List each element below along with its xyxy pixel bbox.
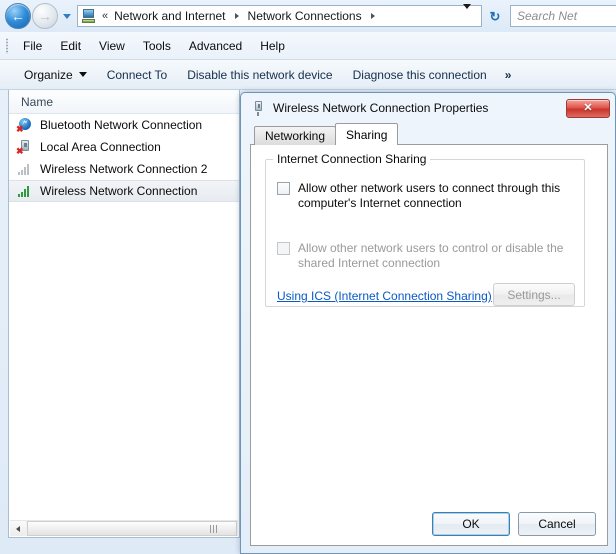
tab-sharing[interactable]: Sharing	[335, 123, 399, 145]
menu-advanced[interactable]: Advanced	[180, 37, 251, 55]
allow-connect-checkbox[interactable]	[277, 182, 290, 195]
close-icon: ✕	[583, 101, 593, 114]
diagnose-connection-button[interactable]: Diagnose this connection	[343, 65, 497, 85]
chevron-down-icon	[78, 72, 87, 77]
command-toolbar: Organize Connect To Disable this network…	[0, 60, 616, 90]
list-item-label: Wireless Network Connection 2	[40, 162, 208, 176]
breadcrumb-item-network-and-internet[interactable]: Network and Internet	[111, 8, 228, 24]
network-computer-icon	[81, 8, 97, 24]
menu-view[interactable]: View	[90, 37, 134, 55]
organize-label: Organize	[24, 67, 73, 82]
lan-disabled-icon: ✖	[16, 139, 33, 156]
chevron-down-icon	[463, 4, 471, 23]
dialog-body: Networking Sharing Internet Connection S…	[250, 123, 608, 546]
column-header-name[interactable]: Name	[9, 90, 239, 114]
recent-locations-button[interactable]	[59, 3, 75, 29]
organize-button[interactable]: Organize	[14, 65, 97, 85]
menu-tools[interactable]: Tools	[134, 37, 180, 55]
tab-networking[interactable]: Networking	[254, 126, 337, 145]
scroll-left-arrow-icon	[16, 525, 20, 532]
breadcrumb-overflow-chevron[interactable]: «	[99, 10, 111, 22]
toolbar-overflow-button[interactable]: »	[497, 65, 520, 85]
properties-dialog: Wireless Network Connection Properties ✕…	[240, 92, 616, 554]
settings-button: Settings...	[493, 283, 575, 306]
connect-to-button[interactable]: Connect To	[97, 65, 178, 85]
horizontal-scrollbar[interactable]	[10, 520, 238, 536]
dialog-footer: OK Cancel	[432, 512, 596, 536]
forward-button[interactable]: →	[32, 3, 58, 29]
menu-file[interactable]: File	[14, 37, 51, 55]
scrollbar-grip-icon	[210, 525, 218, 533]
address-field[interactable]: « Network and Internet Network Connectio…	[77, 4, 482, 27]
menu-help[interactable]: Help	[251, 37, 294, 55]
allow-control-checkbox	[277, 242, 290, 255]
search-input[interactable]: Search Net	[510, 5, 616, 27]
cancel-button[interactable]: Cancel	[518, 512, 596, 536]
tab-page-sharing: Internet Connection Sharing Allow other …	[250, 144, 608, 546]
wireless-inactive-icon	[17, 161, 33, 177]
menu-edit[interactable]: Edit	[51, 37, 90, 55]
breadcrumb-separator-icon-2[interactable]	[370, 13, 375, 19]
address-dropdown-button[interactable]	[459, 4, 479, 23]
bluetooth-disabled-icon: ✖	[16, 117, 33, 134]
list-item[interactable]: ✖ Local Area Connection	[9, 136, 239, 158]
search-placeholder: Search Net	[517, 9, 578, 23]
refresh-button[interactable]: ↻	[484, 5, 506, 27]
group-legend: Internet Connection Sharing	[273, 152, 431, 166]
scroll-left-button[interactable]	[10, 521, 26, 536]
internet-connection-sharing-group: Internet Connection Sharing Allow other …	[265, 152, 585, 307]
network-adapter-icon	[250, 100, 266, 116]
disable-network-device-button[interactable]: Disable this network device	[177, 65, 342, 85]
list-item[interactable]: ✖ Bluetooth Network Connection	[9, 114, 239, 136]
list-item-label: Bluetooth Network Connection	[40, 118, 203, 132]
list-item[interactable]: Wireless Network Connection 2	[9, 158, 239, 180]
allow-control-label: Allow other network users to control or …	[298, 241, 564, 270]
dialog-tabs: Networking Sharing	[250, 123, 608, 145]
menu-bar: File Edit View Tools Advanced Help	[0, 32, 616, 60]
dialog-title: Wireless Network Connection Properties	[273, 101, 489, 115]
back-button[interactable]: ←	[5, 3, 31, 29]
back-arrow-icon: ←	[11, 8, 25, 24]
list-item-label: Wireless Network Connection	[40, 184, 198, 198]
forward-arrow-icon: →	[38, 8, 52, 24]
allow-connect-row[interactable]: Allow other network users to connect thr…	[277, 181, 573, 211]
address-bar: ← → « Network and Internet Network Conne…	[0, 0, 616, 32]
connections-list-pane: Name ✖ Bluetooth Network Connection ✖ Lo…	[8, 90, 240, 538]
allow-connect-label: Allow other network users to connect thr…	[298, 181, 561, 210]
scrollbar-thumb[interactable]	[27, 521, 237, 536]
allow-control-row: Allow other network users to control or …	[277, 241, 573, 271]
breadcrumb-separator-icon[interactable]	[234, 13, 239, 19]
connections-list: ✖ Bluetooth Network Connection ✖ Local A…	[9, 114, 239, 202]
explorer-window: ← → « Network and Internet Network Conne…	[0, 0, 616, 554]
dialog-titlebar[interactable]: Wireless Network Connection Properties ✕	[244, 96, 612, 120]
list-item-label: Local Area Connection	[40, 140, 161, 154]
list-item-selected[interactable]: Wireless Network Connection	[9, 180, 239, 202]
menu-grip-icon	[6, 38, 8, 54]
using-ics-link[interactable]: Using ICS (Internet Connection Sharing)	[277, 289, 492, 303]
history-dropdown-icon	[63, 13, 71, 19]
ok-button[interactable]: OK	[432, 512, 510, 536]
wireless-active-icon	[17, 183, 33, 199]
refresh-icon: ↻	[489, 8, 501, 24]
navigation-buttons: ← →	[0, 3, 75, 29]
breadcrumb-item-network-connections[interactable]: Network Connections	[245, 8, 365, 24]
close-button[interactable]: ✕	[566, 98, 610, 118]
